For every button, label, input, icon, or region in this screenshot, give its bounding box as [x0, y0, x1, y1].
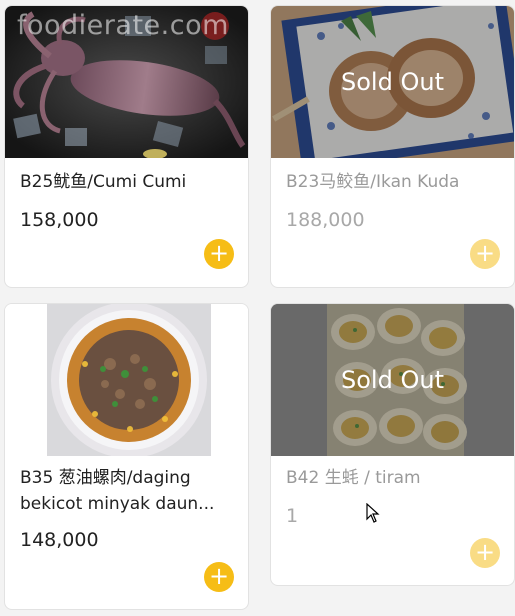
sold-out-overlay: Sold Out: [271, 304, 514, 456]
sold-out-label: Sold Out: [341, 68, 444, 96]
plus-icon: +: [208, 239, 230, 267]
item-price: 1: [286, 505, 299, 527]
snail-meat-bowl-photo: [5, 304, 248, 456]
item-name: B25鱿鱼/Cumi Cumi: [20, 172, 187, 192]
plus-icon: +: [208, 562, 230, 590]
sold-out-label: Sold Out: [341, 366, 444, 394]
watermark-text: foodierate.com: [17, 10, 229, 41]
plus-icon: +: [474, 538, 496, 566]
fish-steak-photo: Sold Out: [271, 6, 514, 158]
add-to-cart-button[interactable]: +: [204, 239, 234, 269]
plus-icon: +: [474, 239, 496, 267]
item-name: B35 葱油螺肉/daging bekicot minyak daun...: [20, 468, 215, 514]
add-to-cart-button[interactable]: +: [204, 562, 234, 592]
menu-item-card[interactable]: B35 葱油螺肉/daging bekicot minyak daun... 1…: [4, 303, 249, 610]
sold-out-overlay: Sold Out: [271, 6, 514, 158]
menu-item-card[interactable]: Sold Out B23马鲛鱼/Ikan Kuda 188,000 +: [270, 5, 515, 288]
menu-item-card[interactable]: Sold Out B42 生蚝 / tiram 1 +: [270, 303, 515, 586]
add-to-cart-button[interactable]: +: [470, 538, 500, 568]
oysters-photo: Sold Out: [271, 304, 514, 456]
item-price: 158,000: [20, 209, 99, 231]
squid-photo: foodierate.com: [5, 6, 248, 158]
menu-item-card[interactable]: foodierate.com B25鱿鱼/Cumi Cumi 158,000 +: [4, 5, 249, 288]
item-price: 188,000: [286, 209, 365, 231]
item-name: B42 生蚝 / tiram: [286, 468, 421, 488]
item-price: 148,000: [20, 529, 99, 551]
mouse-pointer-icon: [366, 502, 380, 528]
add-to-cart-button[interactable]: +: [470, 239, 500, 269]
item-name: B23马鲛鱼/Ikan Kuda: [286, 172, 460, 192]
